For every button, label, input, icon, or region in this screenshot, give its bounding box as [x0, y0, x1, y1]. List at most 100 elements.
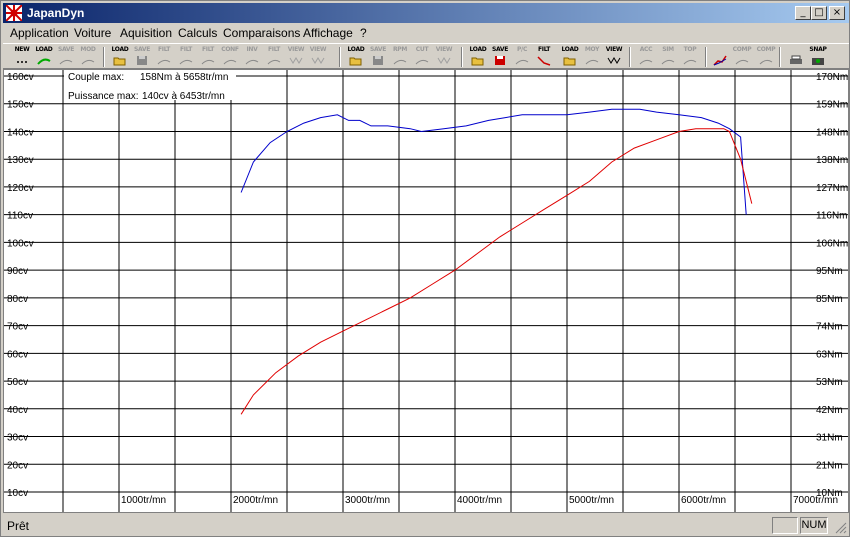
tool-tool-button[interactable]	[785, 46, 807, 68]
max-power-label: Puissance max:	[68, 91, 139, 102]
tool-acc-button[interactable]: ACC	[635, 46, 657, 68]
tool-sim-button[interactable]: SIM	[657, 46, 679, 68]
tool-pc-button[interactable]: P/C	[511, 46, 533, 68]
tool-label: INV	[246, 46, 258, 53]
menu-comparaisons[interactable]: Comparaisons	[223, 26, 300, 40]
tool-mod-button[interactable]: MOD	[77, 46, 99, 68]
tool-save-button[interactable]: SAVE	[55, 46, 77, 68]
curve-mod-icon	[81, 59, 95, 65]
tool-moy-button[interactable]: MOY	[581, 46, 603, 68]
filter-plus-icon	[179, 59, 193, 65]
tool-label: VIEW	[435, 46, 453, 53]
x-tick-label: 2000tr/mn	[233, 495, 278, 506]
tool-label: COMP	[756, 46, 776, 53]
tool-label: MOY	[584, 46, 600, 53]
tool-tool-button[interactable]	[709, 46, 731, 68]
toolbar-separator	[339, 47, 341, 67]
toolbar-separator	[103, 47, 105, 67]
tool-top-button[interactable]: TOP	[679, 46, 701, 68]
left-tick-label: 150cv	[7, 100, 34, 111]
maximize-icon: □	[814, 7, 824, 18]
right-tick-label: 42Nm	[816, 405, 843, 416]
left-tick-label: 50cv	[7, 377, 28, 388]
tool-view-button[interactable]: VIEW	[307, 46, 329, 68]
tool-label: SAVE	[491, 46, 509, 53]
tool-label: CONF	[221, 46, 239, 53]
tool-new-button[interactable]: NEW	[11, 46, 33, 68]
tool-rpm-button[interactable]: RPM	[389, 46, 411, 68]
right-tick-label: 138Nm	[816, 155, 848, 166]
tool-load-button[interactable]: LOAD	[33, 46, 55, 68]
left-tick-label: 160cv	[7, 72, 34, 83]
resize-grip-icon[interactable]	[834, 521, 847, 534]
camera-icon	[812, 58, 824, 65]
tool-label: CUT	[415, 46, 429, 53]
right-tick-label: 148Nm	[816, 127, 848, 138]
left-tick-label: 80cv	[7, 294, 28, 305]
tool-label: FILT	[179, 46, 193, 53]
tool-load-button[interactable]: LOAD	[467, 46, 489, 68]
curve-load-icon	[37, 58, 51, 65]
status-pane-empty	[772, 517, 798, 534]
app-window: JapanDyn _ □ × Application Voiture Aquis…	[0, 0, 850, 537]
filter-minus-icon	[201, 59, 215, 65]
tool-inv-button[interactable]: INV	[241, 46, 263, 68]
tool-label: FILT	[537, 46, 551, 53]
tool-label: FILT	[201, 46, 215, 53]
menu-affichage[interactable]: Affichage	[303, 26, 353, 40]
tool-view-button[interactable]: VIEW	[285, 46, 307, 68]
tool-snap-button[interactable]: SNAP	[807, 46, 829, 68]
left-tick-label: 130cv	[7, 155, 34, 166]
left-tick-label: 10cv	[7, 488, 28, 499]
torque-series-line	[240, 128, 753, 415]
tool-load-button[interactable]: LOAD	[109, 46, 131, 68]
tool-comp-button[interactable]: COMP	[755, 46, 777, 68]
tool-label: LOAD	[561, 46, 579, 53]
right-tick-label: 31Nm	[816, 433, 843, 444]
tool-load-button[interactable]: LOAD	[345, 46, 367, 68]
floppy-icon	[137, 56, 147, 65]
tool-label: MOD	[80, 46, 96, 53]
right-tick-label: 159Nm	[816, 100, 848, 111]
right-tick-label: 95Nm	[816, 266, 843, 277]
tool-label: SAVE	[57, 46, 75, 53]
maximize-button[interactable]: □	[811, 6, 827, 20]
menu-application[interactable]: Application	[10, 26, 69, 40]
tool-label: VIEW	[309, 46, 327, 53]
tool-save-button[interactable]: SAVE	[131, 46, 153, 68]
tool-save-button[interactable]: SAVE	[367, 46, 389, 68]
tool-filt-button[interactable]: FILT	[197, 46, 219, 68]
tool-conf-button[interactable]: CONF	[219, 46, 241, 68]
tool-label: SIM	[662, 46, 674, 53]
menu-help[interactable]: ?	[360, 26, 367, 40]
minimize-button[interactable]: _	[795, 6, 811, 20]
comp-icon	[735, 59, 749, 65]
right-tick-label: 170Nm	[816, 72, 848, 83]
tool-view-button[interactable]: VIEW	[433, 46, 455, 68]
tool-load-button[interactable]: LOAD	[559, 46, 581, 68]
title-bar[interactable]: JapanDyn _ □ ×	[3, 3, 849, 23]
graph-icon	[713, 55, 727, 66]
close-button[interactable]: ×	[829, 6, 845, 20]
tool-label: FILT	[267, 46, 281, 53]
tool-cut-button[interactable]: CUT	[411, 46, 433, 68]
tool-comp-button[interactable]: COMP	[731, 46, 753, 68]
tool-label: LOAD	[111, 46, 129, 53]
menu-calculs[interactable]: Calculs	[178, 26, 217, 40]
tool-filt-button[interactable]: FILT	[263, 46, 285, 68]
left-tick-label: 140cv	[7, 127, 34, 138]
view-icon	[437, 57, 451, 64]
menu-voiture[interactable]: Voiture	[74, 26, 111, 40]
right-tick-label: 106Nm	[816, 238, 848, 249]
tool-filt-button[interactable]: FILT	[533, 46, 555, 68]
tool-filt-button[interactable]: FILT	[153, 46, 175, 68]
tool-save-button[interactable]: SAVE	[489, 46, 511, 68]
tool-label: VIEW	[287, 46, 305, 53]
tool-view-button[interactable]: VIEW	[603, 46, 625, 68]
right-tick-label: 74Nm	[816, 322, 843, 333]
menu-aquisition[interactable]: Aquisition	[120, 26, 172, 40]
max-torque-value: 158Nm à 5658tr/mn	[140, 72, 228, 83]
curve-save-icon	[59, 59, 73, 65]
toolbar-separator	[629, 47, 631, 67]
tool-filt-button[interactable]: FILT	[175, 46, 197, 68]
